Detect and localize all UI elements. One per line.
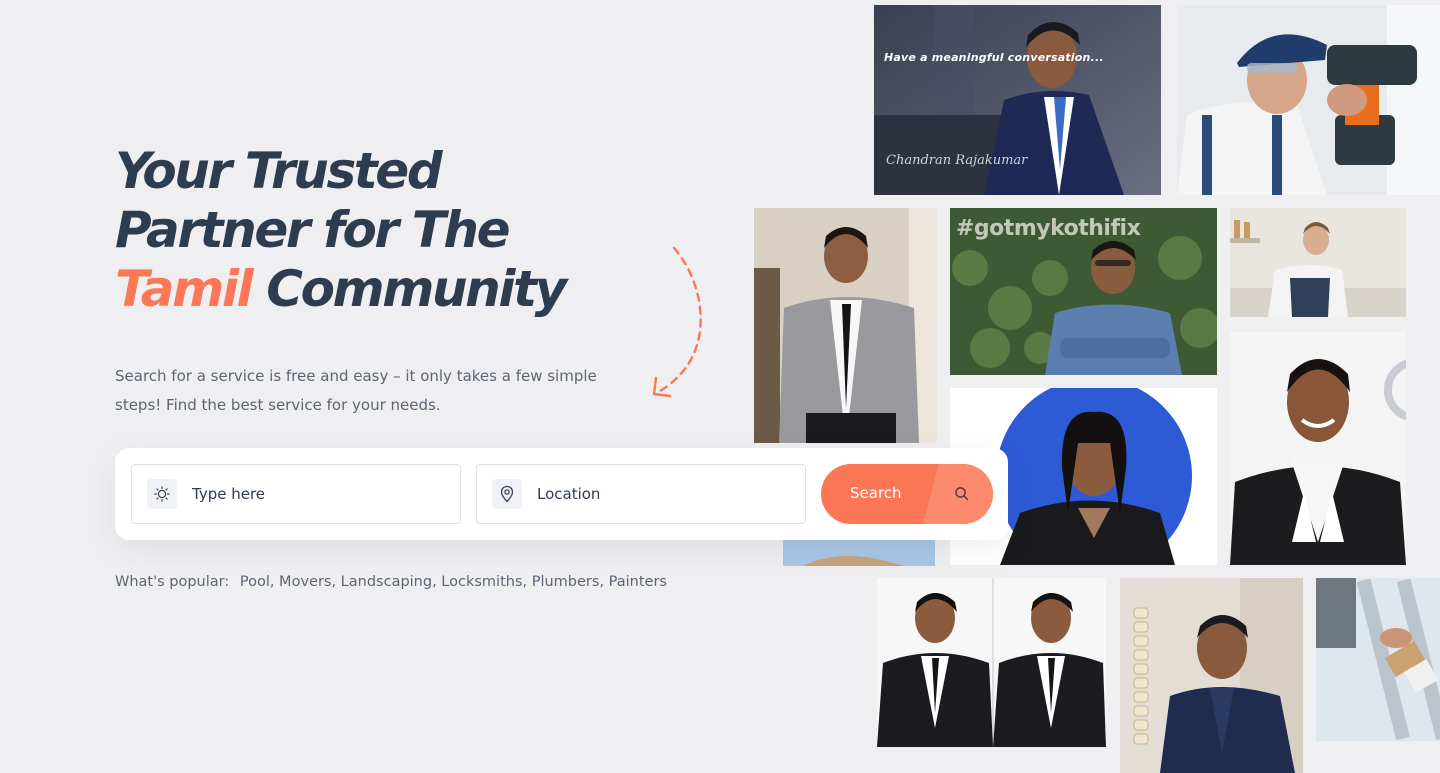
photo-painter-ladder bbox=[1316, 578, 1440, 741]
photo-lawyer-gown bbox=[1230, 332, 1406, 565]
photo-handyman-drill bbox=[1177, 5, 1440, 195]
photo-chiropractor-spine bbox=[1120, 578, 1303, 773]
tile-caption: Have a meaningful conversation... bbox=[884, 51, 1104, 64]
service-field[interactable] bbox=[131, 464, 461, 524]
hero-title-accent: Tamil bbox=[115, 260, 254, 318]
photo-twin-portrait bbox=[877, 578, 1106, 747]
dashed-arrow-icon bbox=[652, 246, 702, 398]
photo-chef-kitchen bbox=[1230, 208, 1406, 317]
hero-title-line-3-rest: Community bbox=[251, 260, 567, 318]
search-button-label: Search bbox=[850, 484, 902, 502]
tile-signature: Chandran Rajakumar bbox=[886, 153, 1028, 168]
hero-subtitle: Search for a service is free and easy – … bbox=[115, 367, 597, 414]
location-input[interactable] bbox=[537, 485, 777, 503]
location-field[interactable] bbox=[476, 464, 806, 524]
search-button[interactable]: Search bbox=[821, 464, 993, 524]
search-icon bbox=[955, 487, 969, 501]
popular-searches: What's popular: Pool, Movers, Landscapin… bbox=[115, 574, 667, 590]
photo-man-green-wall: #gotmykothifix bbox=[950, 208, 1217, 375]
photo-man-grey-blazer bbox=[754, 208, 937, 443]
tile-hashtag: #gotmykothifix bbox=[956, 216, 1141, 241]
search-card: Search bbox=[115, 448, 1008, 540]
hero-title-line-1: Your Trusted bbox=[115, 142, 443, 200]
hero-title-line-2: Partner for The bbox=[115, 201, 511, 259]
photo-outdoor-sliver bbox=[783, 536, 935, 566]
popular-label: What's popular: bbox=[115, 574, 230, 590]
popular-items: Pool, Movers, Landscaping, Locksmiths, P… bbox=[239, 574, 667, 590]
hero-title-line-3: Tamil Community bbox=[115, 260, 675, 319]
photo-advisor-conversation: Have a meaningful conversation... Chandr… bbox=[874, 5, 1161, 195]
hero-title: Your Trusted Partner for The Tamil Commu… bbox=[115, 142, 675, 319]
lightbulb-icon bbox=[147, 479, 177, 509]
location-pin-icon bbox=[492, 479, 522, 509]
service-input[interactable] bbox=[192, 485, 432, 503]
